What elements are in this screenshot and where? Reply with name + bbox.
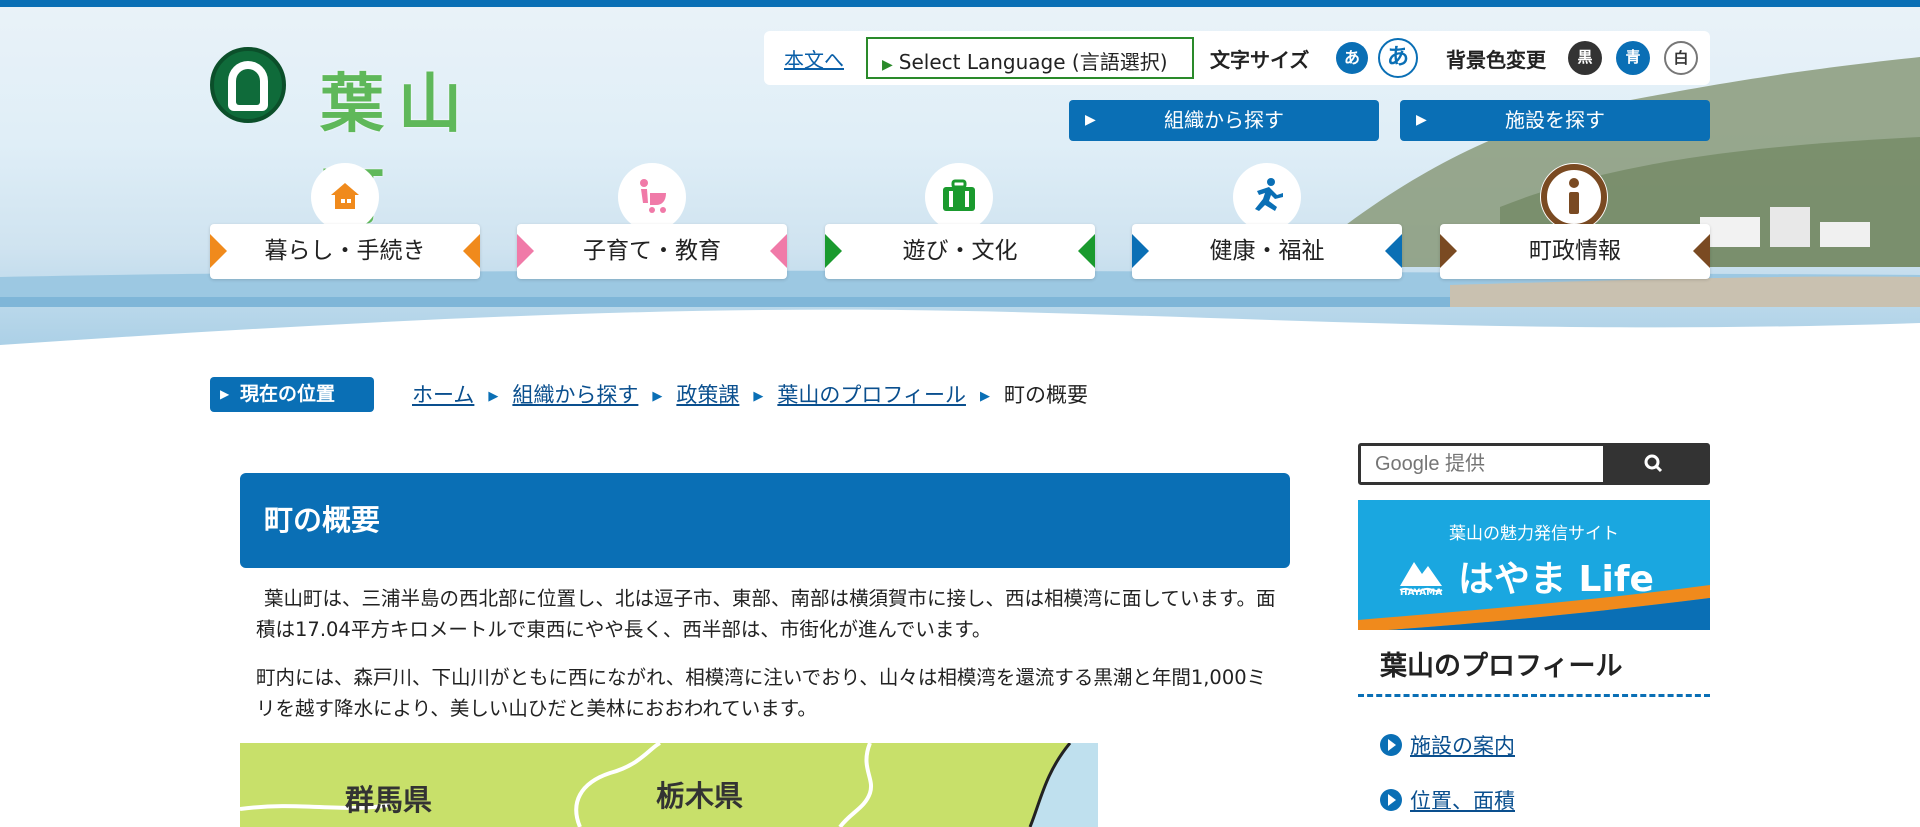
page-title: 町の概要	[240, 473, 1290, 568]
bg-blue-button[interactable]: 青	[1616, 41, 1650, 75]
region-map: 群馬県 栃木県	[240, 743, 1098, 827]
breadcrumb-home[interactable]: ホーム	[412, 383, 474, 407]
find-by-organization-button[interactable]: ▶ 組織から探す	[1069, 100, 1379, 141]
bg-black-button[interactable]: 黒	[1568, 41, 1602, 75]
hayama-life-banner[interactable]: 葉山の魅力発信サイト HAYAMA はやま Life	[1358, 500, 1710, 630]
breadcrumb-organization[interactable]: 組織から探す	[512, 383, 638, 407]
nav-health-welfare[interactable]: 健康・福祉	[1132, 224, 1402, 279]
sidebar-section-title: 葉山のプロフィール	[1380, 651, 1623, 682]
bg-white-button[interactable]: 白	[1664, 41, 1698, 75]
site-search	[1358, 443, 1710, 485]
breadcrumb: ホーム ▶ 組織から探す ▶ 政策課 ▶ 葉山のプロフィール ▶ 町の概要	[412, 379, 1088, 409]
nav-town-administration[interactable]: 町政情報	[1440, 224, 1710, 279]
nav-living-procedures[interactable]: 暮らし・手続き	[210, 224, 480, 279]
divider	[1358, 694, 1710, 697]
breadcrumb-profile[interactable]: 葉山のプロフィール	[777, 383, 966, 407]
play-icon: ▶	[1085, 112, 1096, 128]
find-facility-button[interactable]: ▶ 施設を探す	[1400, 100, 1710, 141]
overview-paragraph-1: 葉山町は、三浦半島の西北部に位置し、北は逗子市、東部、南部は横須賀市に接し、西は…	[256, 587, 1276, 641]
font-size-normal-button[interactable]: あ	[1336, 42, 1368, 74]
select-language-button[interactable]: ▶ Select Language (言語選択)	[866, 37, 1194, 79]
house-icon	[311, 163, 379, 231]
chevron-right-icon: ▶	[979, 389, 990, 404]
search-icon	[1644, 454, 1663, 473]
map-label-tochigi: 栃木県	[656, 779, 744, 813]
arrow-circle-icon	[1380, 734, 1402, 756]
font-size-label: 文字サイズ	[1210, 48, 1310, 72]
arrow-circle-icon	[1380, 789, 1402, 811]
skip-to-content-link[interactable]: 本文へ	[784, 44, 844, 73]
sidebar-link-location-area[interactable]: 位置、面積	[1380, 785, 1515, 815]
runner-icon	[1233, 163, 1301, 231]
map-label-gunma: 群馬県	[345, 783, 433, 817]
search-button[interactable]	[1603, 446, 1707, 482]
sidebar-link-facilities[interactable]: 施設の案内	[1380, 730, 1515, 760]
nav-leisure-culture[interactable]: 遊び・文化	[825, 224, 1095, 279]
bag-icon	[925, 163, 993, 231]
breadcrumb-policy-division[interactable]: 政策課	[676, 383, 739, 407]
stroller-icon	[618, 163, 686, 231]
chevron-right-icon: ▶	[652, 389, 663, 404]
chevron-right-icon: ▶	[488, 389, 499, 404]
town-emblem-icon	[210, 47, 286, 123]
site-logo[interactable]: 葉山町	[210, 47, 540, 234]
banner-swoosh	[1358, 585, 1710, 630]
current-location-label: ▶ 現在の位置	[210, 377, 374, 412]
nav-childcare-education[interactable]: 子育て・教育	[517, 224, 787, 279]
top-accent-bar	[0, 0, 1920, 7]
search-input[interactable]	[1361, 446, 1603, 482]
breadcrumb-current: 町の概要	[1003, 383, 1088, 407]
chevron-right-icon: ▶	[753, 389, 764, 404]
play-icon: ▶	[1416, 112, 1427, 128]
play-icon: ▶	[882, 57, 893, 73]
font-size-large-button[interactable]: あ	[1378, 38, 1418, 78]
play-icon: ▶	[220, 387, 230, 401]
bg-color-label: 背景色変更	[1446, 48, 1546, 72]
info-icon	[1540, 163, 1608, 231]
overview-paragraph-2: 町内には、森戸川、下山川がともに西にながれ、相模湾に注いでおり、山々は相模湾を還…	[256, 666, 1267, 720]
utility-bar: 本文へ ▶ Select Language (言語選択) 文字サイズ あ あ 背景…	[764, 31, 1710, 85]
